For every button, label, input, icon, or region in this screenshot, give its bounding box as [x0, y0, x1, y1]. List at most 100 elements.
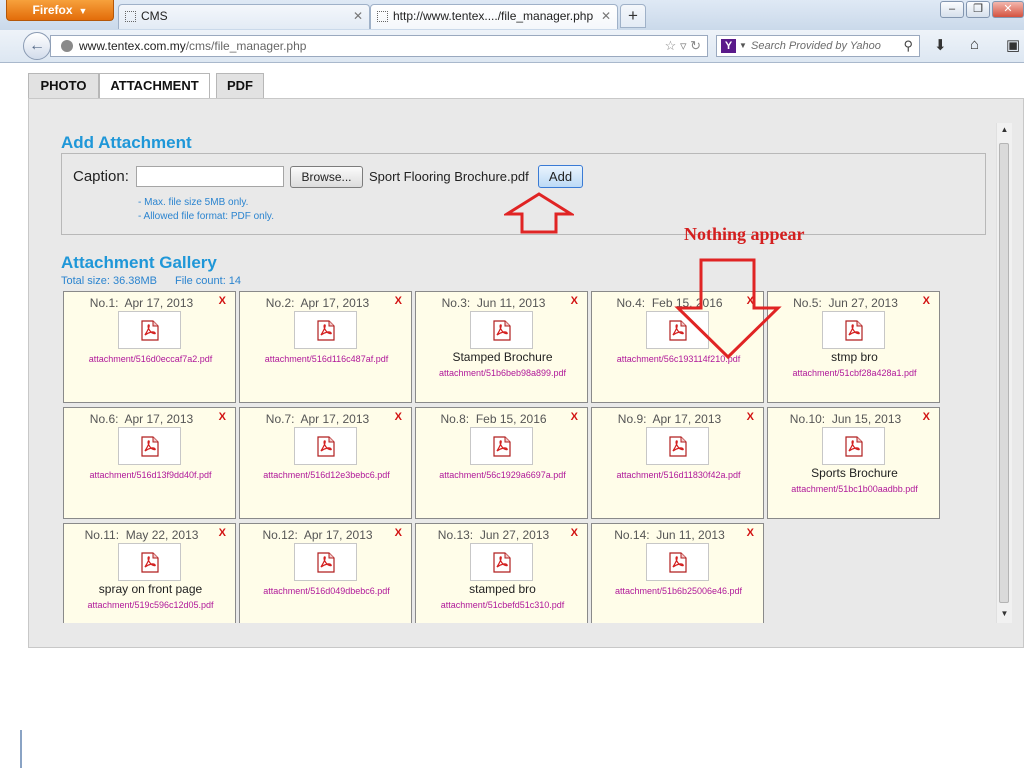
browse-button[interactable]: Browse... — [290, 166, 363, 188]
attachment-number-date: No.11: May 22, 2013 — [64, 528, 219, 542]
attachment-file-link[interactable]: attachment/56c1929a6697a.pdf — [416, 470, 589, 480]
url-path: /cms/file_manager.php — [185, 39, 307, 53]
attachment-file-link[interactable]: attachment/51b6beb98a899.pdf — [416, 368, 589, 378]
back-button[interactable]: ← — [23, 32, 51, 60]
attachment-date: Jun 27, 2013 — [828, 296, 898, 310]
attachment-date: Feb 15, 2016 — [475, 412, 547, 426]
attachment-card: No.7: Apr 17, 2013 Xattachment/516d12e3be… — [239, 407, 412, 519]
pdf-file-icon — [141, 320, 159, 341]
delete-attachment-button[interactable]: X — [747, 527, 754, 539]
delete-attachment-button[interactable]: X — [923, 411, 930, 423]
tab-cms[interactable]: CMS ✕ — [118, 4, 370, 29]
attachment-file-link[interactable]: attachment/51bc1b00aadbb.pdf — [768, 484, 941, 494]
caption-input[interactable] — [136, 166, 284, 187]
firefox-menu-label: Firefox — [32, 3, 73, 17]
content-panel: Add Attachment Caption: Browse... Sport … — [28, 98, 1024, 648]
delete-attachment-button[interactable]: X — [219, 295, 226, 307]
attachment-file-link[interactable]: attachment/516d11830f42a.pdf — [592, 470, 765, 480]
attachment-thumbnail[interactable] — [294, 543, 357, 581]
attachment-card: No.11: May 22, 2013 Xspray on front page a… — [63, 523, 236, 623]
tab-attachment[interactable]: ATTACHMENT — [99, 73, 210, 100]
annotation-text: Nothing appear — [684, 224, 805, 244]
attachment-thumbnail[interactable] — [646, 427, 709, 465]
attachment-thumbnail[interactable] — [470, 427, 533, 465]
close-icon[interactable]: ✕ — [601, 5, 611, 28]
vertical-scrollbar[interactable]: ▲ ▼ — [996, 123, 1012, 623]
attachment-file-link[interactable]: attachment/516d13f9dd40f.pdf — [64, 470, 237, 480]
history-dropdown-icon[interactable]: ▿ — [680, 38, 687, 53]
attachment-file-link[interactable]: attachment/51cbf28a428a1.pdf — [768, 368, 941, 378]
attachment-file-link[interactable]: attachment/516d0eccaf7a2.pdf — [64, 354, 237, 364]
firefox-menu-button[interactable]: Firefox ▼ — [6, 0, 114, 21]
minimize-button[interactable]: – — [940, 1, 964, 18]
address-bar[interactable]: www.tentex.com.my/cms/file_manager.php ☆… — [50, 35, 708, 57]
scroll-up-icon[interactable]: ▲ — [997, 125, 1012, 134]
reload-icon[interactable]: ↻ — [690, 38, 701, 53]
attachment-date: Apr 17, 2013 — [303, 528, 373, 542]
attachment-file-link[interactable]: attachment/519c596c12d05.pdf — [64, 600, 237, 610]
tab-label: http://www.tentex..../file_manager.php — [393, 9, 594, 23]
delete-attachment-button[interactable]: X — [571, 411, 578, 423]
hint-max-size: - Max. file size 5MB only. — [138, 197, 249, 208]
delete-attachment-button[interactable]: X — [395, 527, 402, 539]
tab-photo[interactable]: PHOTO — [28, 73, 99, 99]
tab-file-manager[interactable]: http://www.tentex..../file_manager.php ✕ — [370, 4, 618, 29]
delete-attachment-button[interactable]: X — [923, 295, 930, 307]
attachment-file-link[interactable]: attachment/516d116c487af.pdf — [240, 354, 413, 364]
attachment-thumbnail[interactable] — [118, 311, 181, 349]
attachment-number-date: No.1: Apr 17, 2013 — [64, 296, 219, 310]
pdf-file-icon — [141, 436, 159, 457]
attachment-file-link[interactable]: attachment/516d12e3bebc6.pdf — [240, 470, 413, 480]
attachment-thumbnail[interactable] — [470, 543, 533, 581]
attachment-thumbnail[interactable] — [294, 311, 357, 349]
home-icon[interactable]: ⌂ — [970, 36, 979, 53]
attachment-number: No.5: — [793, 296, 822, 310]
tab-pdf[interactable]: PDF — [216, 73, 264, 99]
attachment-caption: stmp bro — [831, 350, 878, 364]
selected-file-name: Sport Flooring Brochure.pdf — [369, 169, 529, 184]
delete-attachment-button[interactable]: X — [571, 295, 578, 307]
addon-icon[interactable]: ▣ — [1006, 36, 1020, 54]
delete-attachment-button[interactable]: X — [219, 411, 226, 423]
scroll-down-icon[interactable]: ▼ — [997, 609, 1012, 618]
add-button[interactable]: Add — [538, 165, 583, 188]
attachment-date: Jun 11, 2013 — [476, 296, 546, 310]
attachment-date: Jun 27, 2013 — [479, 528, 550, 542]
attachment-thumbnail[interactable] — [822, 427, 885, 465]
bookmark-star-icon[interactable]: ☆ — [665, 38, 677, 53]
attachment-thumbnail[interactable] — [118, 543, 181, 581]
delete-attachment-button[interactable]: X — [219, 527, 226, 539]
attachment-thumbnail[interactable] — [822, 311, 885, 349]
maximize-button[interactable]: ❐ — [966, 1, 990, 18]
search-input[interactable]: Search Provided by Yahoo — [751, 36, 881, 56]
text-cursor — [20, 730, 22, 768]
engine-dropdown-icon[interactable]: ▼ — [739, 36, 747, 56]
attachment-file-link[interactable]: attachment/516d049dbebc6.pdf — [240, 586, 413, 596]
download-icon[interactable]: ⬇ — [934, 36, 947, 54]
attachment-file-link[interactable]: attachment/51b6b25006e46.pdf — [592, 586, 765, 596]
delete-attachment-button[interactable]: X — [395, 295, 402, 307]
scrollbar-thumb[interactable] — [999, 143, 1009, 603]
url-text[interactable]: www.tentex.com.my/cms/file_manager.php — [79, 36, 306, 56]
yahoo-icon[interactable]: Y — [721, 39, 736, 53]
attachment-number-date: No.2: Apr 17, 2013 — [240, 296, 395, 310]
attachment-thumbnail[interactable] — [118, 427, 181, 465]
attachment-number-date: No.13: Jun 27, 2013 — [416, 528, 571, 542]
attachment-file-link[interactable]: attachment/51cbefd51c310.pdf — [416, 600, 589, 610]
delete-attachment-button[interactable]: X — [395, 411, 402, 423]
attachment-caption: Sports Brochure — [811, 466, 898, 480]
add-attachment-title: Add Attachment — [61, 133, 192, 152]
search-icon[interactable]: ⚲ — [903, 36, 913, 56]
delete-attachment-button[interactable]: X — [747, 411, 754, 423]
attachment-number: No.12: — [262, 528, 298, 542]
attachment-thumbnail[interactable] — [470, 311, 533, 349]
close-window-button[interactable]: ✕ — [992, 1, 1024, 18]
search-bar[interactable]: Y ▼ Search Provided by Yahoo ⚲ — [716, 35, 920, 57]
new-tab-button[interactable]: + — [620, 4, 646, 28]
attachment-thumbnail[interactable] — [646, 543, 709, 581]
close-icon[interactable]: ✕ — [353, 5, 363, 28]
pdf-file-icon — [141, 552, 159, 573]
attachment-thumbnail[interactable] — [294, 427, 357, 465]
delete-attachment-button[interactable]: X — [571, 527, 578, 539]
attachment-number-date: No.7: Apr 17, 2013 — [240, 412, 395, 426]
